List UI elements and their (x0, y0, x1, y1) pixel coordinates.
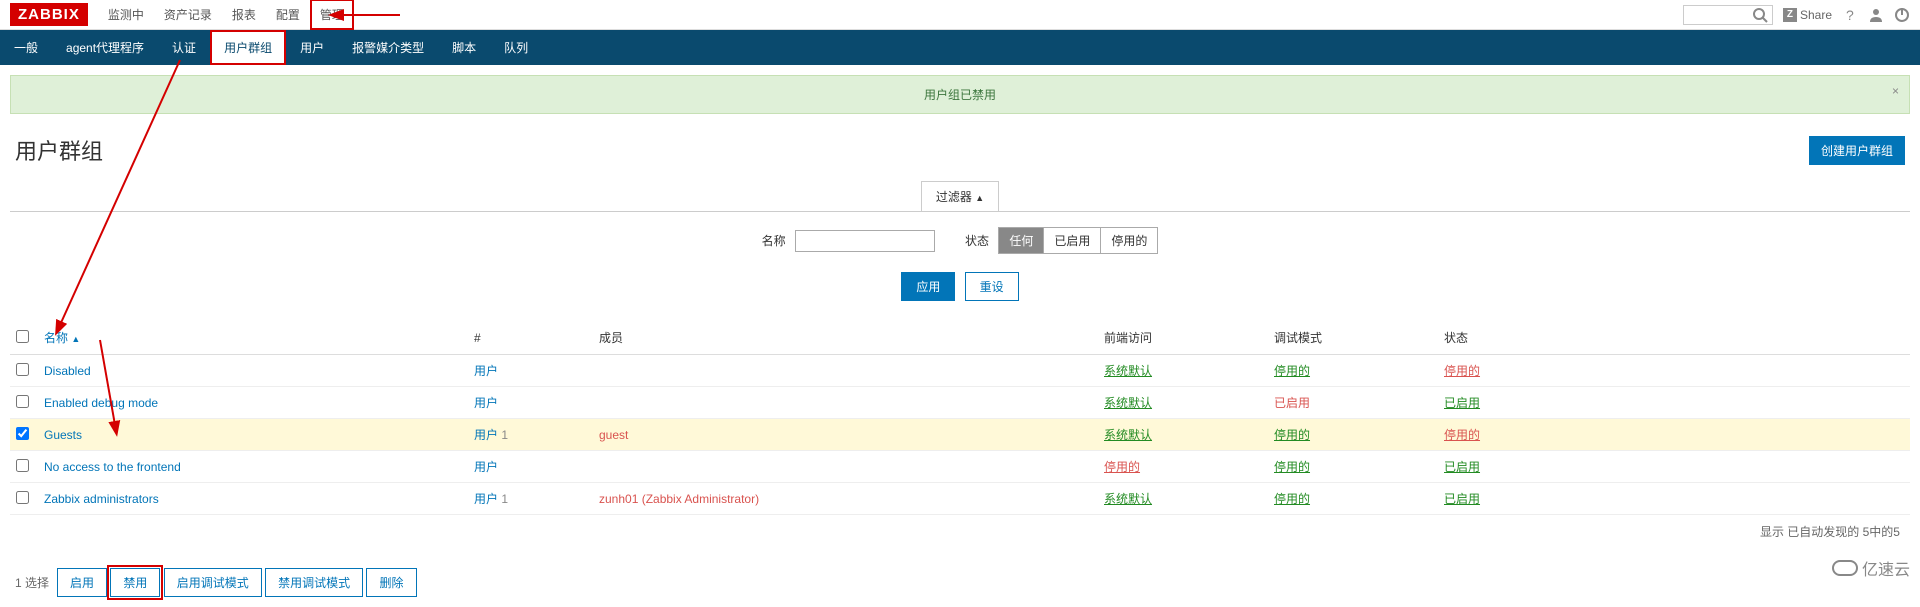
member-link[interactable]: zunh01 (Zabbix Administrator) (599, 492, 759, 506)
help-icon[interactable]: ? (1842, 7, 1858, 23)
status-opt-0[interactable]: 任何 (999, 228, 1044, 253)
debug-mode-link[interactable]: 已启用 (1274, 396, 1310, 410)
group-name-link[interactable]: Guests (44, 428, 82, 442)
action-btn-1[interactable]: 禁用 (110, 568, 160, 597)
subnav-item-3[interactable]: 用户群组 (210, 30, 286, 65)
reset-button[interactable]: 重设 (965, 272, 1019, 301)
logo[interactable]: ZABBIX (10, 3, 88, 26)
chevron-up-icon: ▲ (975, 193, 984, 203)
action-btn-0[interactable]: 启用 (57, 568, 107, 597)
cloud-icon (1832, 560, 1858, 576)
users-link[interactable]: 用户 (474, 396, 498, 410)
debug-mode-link[interactable]: 停用的 (1274, 492, 1310, 506)
col-frontend: 前端访问 (1098, 321, 1268, 355)
usergroup-table: 名称 ▲ # 成员 前端访问 调试模式 状态 Disabled用户 系统默认停用… (10, 321, 1910, 515)
debug-mode-link[interactable]: 停用的 (1274, 460, 1310, 474)
users-link[interactable]: 用户 (474, 428, 498, 442)
notice-text: 用户组已禁用 (924, 88, 996, 102)
watermark: 亿速云 (1832, 556, 1910, 580)
close-icon[interactable]: × (1892, 84, 1899, 98)
frontend-access-link[interactable]: 系统默认 (1104, 492, 1152, 506)
action-btn-3[interactable]: 禁用调试模式 (265, 568, 363, 597)
table-row: Enabled debug mode 用户 系统默认 已启用 已启用 (10, 387, 1910, 419)
users-link[interactable]: 用户 (474, 364, 498, 378)
topnav-item-0[interactable]: 监测中 (98, 0, 154, 30)
users-link[interactable]: 用户 (474, 460, 498, 474)
action-btn-4[interactable]: 删除 (366, 568, 416, 597)
svg-text:?: ? (1846, 7, 1854, 23)
filter-tab-label: 过滤器 (936, 190, 972, 204)
col-debug: 调试模式 (1268, 321, 1438, 355)
filter-name-label: 名称 (762, 234, 786, 248)
topnav-item-2[interactable]: 报表 (222, 0, 266, 30)
action-btn-2[interactable]: 启用调试模式 (164, 568, 262, 597)
subnav-item-7[interactable]: 队列 (490, 30, 542, 65)
share-label: Share (1800, 8, 1832, 22)
col-members: 成员 (593, 321, 1098, 355)
subnav-item-5[interactable]: 报警媒介类型 (338, 30, 438, 65)
col-num: # (468, 321, 593, 355)
subnav-item-2[interactable]: 认证 (158, 30, 210, 65)
status-link[interactable]: 已启用 (1444, 492, 1480, 506)
notice-bar: 用户组已禁用 × (10, 75, 1910, 114)
status-link[interactable]: 停用的 (1444, 364, 1480, 378)
row-checkbox[interactable] (16, 491, 29, 504)
sort-name[interactable]: 名称 ▲ (44, 331, 80, 345)
debug-mode-link[interactable]: 停用的 (1274, 364, 1310, 378)
status-opt-1[interactable]: 已启用 (1044, 228, 1101, 253)
topnav-menu: 监测中资产记录报表配置管理 (98, 0, 354, 30)
search-input[interactable] (1683, 5, 1773, 25)
search-icon (1752, 7, 1768, 23)
group-name-link[interactable]: Zabbix administrators (44, 492, 159, 506)
col-status: 状态 (1438, 321, 1910, 355)
subnav-item-4[interactable]: 用户 (286, 30, 338, 65)
row-checkbox[interactable] (16, 363, 29, 376)
status-opt-2[interactable]: 停用的 (1101, 228, 1157, 253)
status-link[interactable]: 已启用 (1444, 396, 1480, 410)
select-all-checkbox[interactable] (16, 330, 29, 343)
group-name-link[interactable]: Enabled debug mode (44, 396, 158, 410)
subnav-item-6[interactable]: 脚本 (438, 30, 490, 65)
frontend-access-link[interactable]: 系统默认 (1104, 396, 1152, 410)
status-link[interactable]: 停用的 (1444, 428, 1480, 442)
filter-name-input[interactable] (795, 230, 935, 252)
table-row: No access to the frontend 用户 停用的 停用的 已启用 (10, 451, 1910, 483)
apply-button[interactable]: 应用 (901, 272, 955, 301)
row-checkbox[interactable] (16, 459, 29, 472)
sort-asc-icon: ▲ (71, 334, 80, 344)
member-link[interactable]: guest (599, 428, 628, 442)
group-name-link[interactable]: No access to the frontend (44, 460, 181, 474)
filter-status-group: 任何已启用停用的 (998, 227, 1158, 254)
filter-status-label: 状态 (965, 234, 989, 248)
table-footer: 显示 已自动发现的 5中的5 (10, 515, 1910, 548)
subnav-item-0[interactable]: 一般 (0, 30, 52, 65)
row-checkbox[interactable] (16, 395, 29, 408)
subnav-item-1[interactable]: agent代理程序 (52, 30, 158, 65)
frontend-access-link[interactable]: 系统默认 (1104, 364, 1152, 378)
frontend-access-link[interactable]: 停用的 (1104, 460, 1140, 474)
topnav-item-4[interactable]: 管理 (310, 0, 354, 30)
user-icon[interactable] (1868, 7, 1884, 23)
topnav-item-1[interactable]: 资产记录 (154, 0, 222, 30)
status-link[interactable]: 已启用 (1444, 460, 1480, 474)
debug-mode-link[interactable]: 停用的 (1274, 428, 1310, 442)
frontend-access-link[interactable]: 系统默认 (1104, 428, 1152, 442)
table-row: Disabled 用户 系统默认 停用的 停用的 (10, 355, 1910, 387)
subnav: 一般agent代理程序认证用户群组用户报警媒介类型脚本队列 (0, 30, 1920, 65)
share-button[interactable]: ZShare (1783, 8, 1832, 22)
group-name-link[interactable]: Disabled (44, 364, 91, 378)
users-link[interactable]: 用户 (474, 492, 498, 506)
power-icon[interactable] (1894, 7, 1910, 23)
page-title: 用户群组 (15, 134, 103, 166)
filter-tab[interactable]: 过滤器 ▲ (921, 181, 999, 211)
table-row: Guests用户 1guest系统默认停用的停用的 (10, 419, 1910, 451)
create-usergroup-button[interactable]: 创建用户群组 (1809, 136, 1905, 165)
row-checkbox[interactable] (16, 427, 29, 440)
topnav-item-3[interactable]: 配置 (266, 0, 310, 30)
table-row: Zabbix administrators用户 1zunh01 (Zabbix … (10, 483, 1910, 515)
selected-count: 1 选择 (15, 574, 49, 591)
